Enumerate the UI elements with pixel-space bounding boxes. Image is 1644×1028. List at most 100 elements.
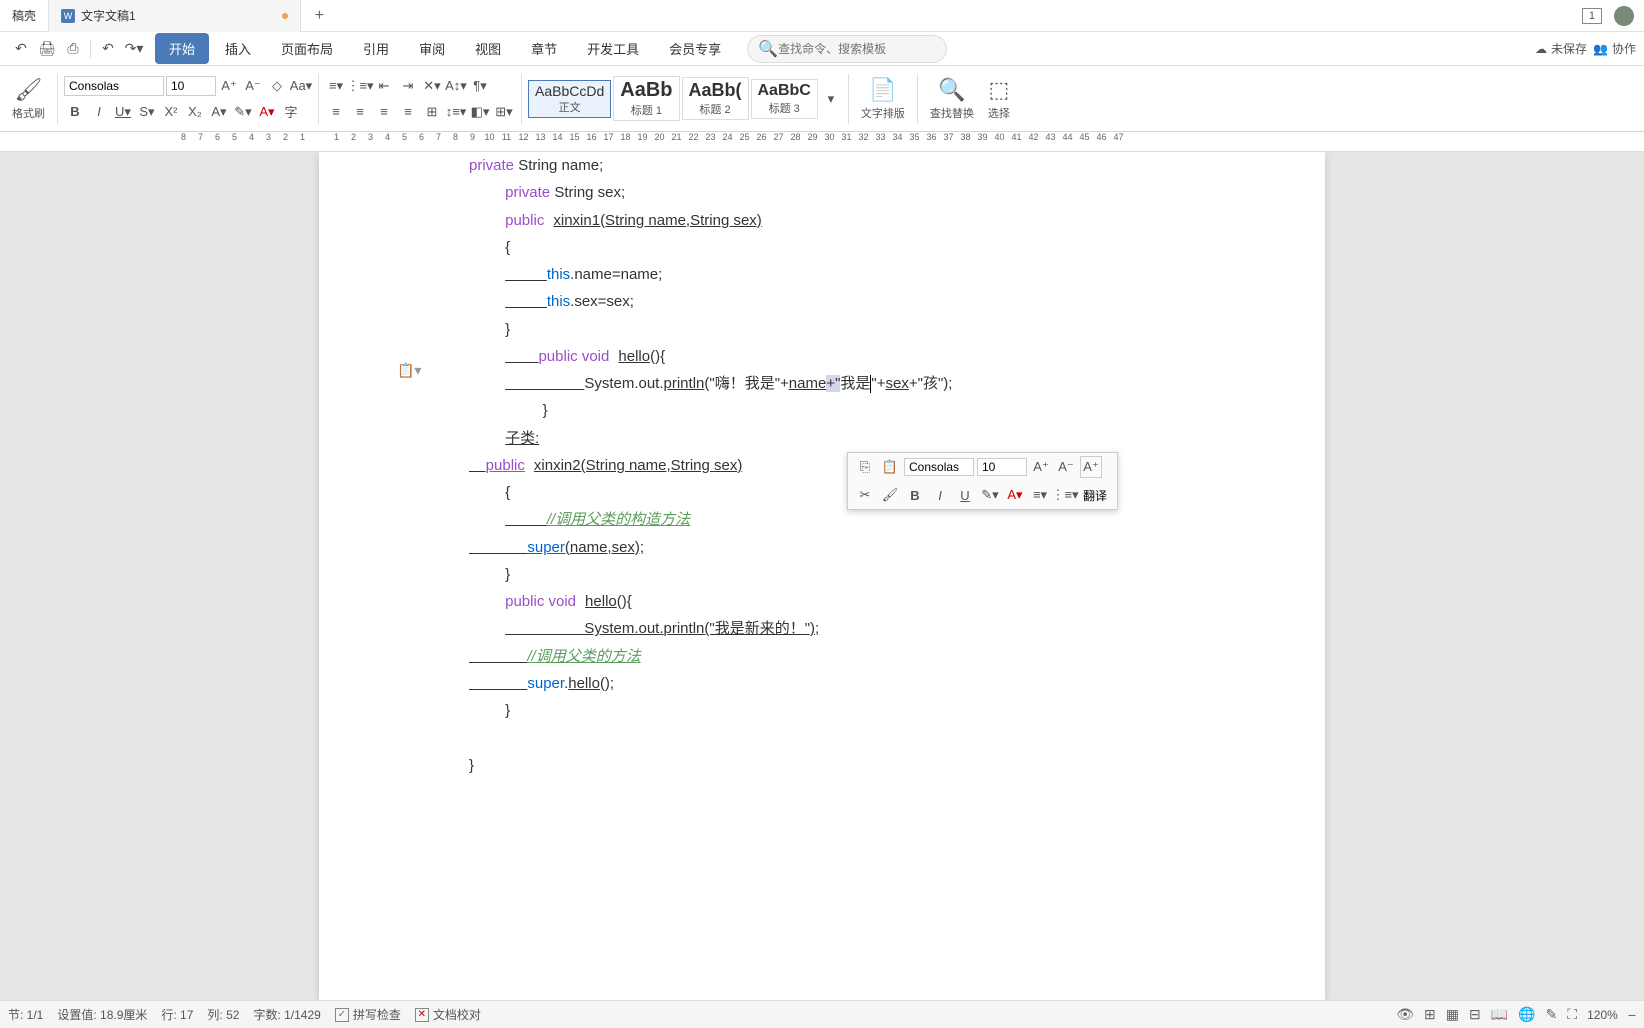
search-box[interactable]: 🔍: [747, 35, 947, 63]
paste-options-icon[interactable]: 📋▾: [397, 362, 421, 379]
mini-shrink-font-icon[interactable]: A⁻: [1055, 456, 1077, 478]
phonetic-button[interactable]: 字: [280, 101, 302, 123]
page-layout-icon[interactable]: ▦: [1446, 1006, 1459, 1023]
mini-highlight-button[interactable]: ✎▾: [979, 484, 1001, 506]
fit-icon[interactable]: ⛶: [1567, 1006, 1577, 1023]
mini-underline-button[interactable]: U: [954, 484, 976, 506]
sort-button[interactable]: ✕▾: [421, 75, 443, 97]
underline-button[interactable]: U▾: [112, 101, 134, 123]
reading-icon[interactable]: 📖: [1491, 1006, 1508, 1023]
text-direction-button[interactable]: A↕▾: [445, 75, 467, 97]
print-icon[interactable]: 🖨: [36, 38, 58, 60]
status-col[interactable]: 列: 52: [207, 1006, 239, 1023]
increase-indent-button[interactable]: ⇥: [397, 75, 419, 97]
mini-italic-button[interactable]: I: [929, 484, 951, 506]
superscript-button[interactable]: X²: [160, 101, 182, 123]
distribute-button[interactable]: ⊞: [421, 101, 443, 123]
align-center-button[interactable]: ≡: [349, 101, 371, 123]
tab-document[interactable]: W 文字文稿1: [49, 0, 301, 32]
style-heading2[interactable]: AaBb( 标题 2: [682, 77, 749, 120]
shading-button[interactable]: ◧▾: [469, 101, 491, 123]
italic-button[interactable]: I: [88, 101, 110, 123]
redo-icon[interactable]: ↷▾: [123, 38, 145, 60]
search-input[interactable]: [778, 42, 936, 56]
tab-review[interactable]: 审阅: [405, 33, 459, 64]
mini-bullets-button[interactable]: ⋮≡▾: [1054, 484, 1076, 506]
status-row[interactable]: 行: 17: [161, 1006, 193, 1023]
page[interactable]: 📋▾ private String name; private String s…: [319, 152, 1325, 1000]
numbering-button[interactable]: ⋮≡▾: [349, 75, 371, 97]
align-right-button[interactable]: ≡: [373, 101, 395, 123]
ruler[interactable]: 8765432112345678910111213141516171819202…: [0, 132, 1644, 152]
style-heading1[interactable]: AaBb 标题 1: [613, 76, 679, 121]
web-icon[interactable]: 🌐: [1518, 1006, 1535, 1023]
tab-start[interactable]: 开始: [155, 33, 209, 64]
align-left-button[interactable]: ≡: [325, 101, 347, 123]
copy-icon[interactable]: ⎘: [854, 456, 876, 478]
unsaved-indicator[interactable]: ☁ 未保存: [1535, 40, 1587, 57]
borders-button[interactable]: ⊞▾: [493, 101, 515, 123]
tab-section[interactable]: 章节: [517, 33, 571, 64]
paste-icon[interactable]: 📋: [879, 456, 901, 478]
format-painter-button[interactable]: 🖌 格式刷: [6, 75, 51, 123]
window-number[interactable]: 1: [1582, 8, 1602, 24]
mini-format-icon[interactable]: A⁺: [1080, 456, 1102, 478]
text-layout-button[interactable]: 📄 文字排版: [855, 75, 911, 123]
mini-font-color-button[interactable]: A▾: [1004, 484, 1026, 506]
find-replace-button[interactable]: 🔍 查找替换: [924, 75, 980, 123]
tab-member[interactable]: 会员专享: [655, 33, 735, 64]
grid-icon[interactable]: ⊞: [1424, 1006, 1436, 1023]
tab-reference[interactable]: 引用: [349, 33, 403, 64]
tab-layout[interactable]: 页面布局: [267, 33, 347, 64]
strike-button[interactable]: S▾: [136, 101, 158, 123]
tab-view[interactable]: 视图: [461, 33, 515, 64]
status-section[interactable]: 节: 1/1: [8, 1006, 43, 1023]
font-effects-button[interactable]: A▾: [208, 101, 230, 123]
mini-translate-button[interactable]: 翻译: [1079, 485, 1111, 506]
font-name-select[interactable]: [64, 76, 164, 96]
line-spacing-button[interactable]: ↕≡▾: [445, 101, 467, 123]
mini-bold-button[interactable]: B: [904, 484, 926, 506]
zoom-out-button[interactable]: −: [1628, 1007, 1636, 1023]
undo-icon[interactable]: ↶: [10, 38, 32, 60]
user-avatar[interactable]: [1614, 6, 1634, 26]
font-color-button[interactable]: A▾: [256, 101, 278, 123]
shrink-font-icon[interactable]: A⁻: [242, 75, 264, 97]
font-size-select[interactable]: [166, 76, 216, 96]
select-button[interactable]: ⬚ 选择: [982, 75, 1016, 123]
bold-button[interactable]: B: [64, 101, 86, 123]
mini-grow-font-icon[interactable]: A⁺: [1030, 456, 1052, 478]
show-marks-button[interactable]: ¶▾: [469, 75, 491, 97]
highlight-button[interactable]: ✎▾: [232, 101, 254, 123]
clear-format-icon[interactable]: ◇: [266, 75, 288, 97]
align-justify-button[interactable]: ≡: [397, 101, 419, 123]
grow-font-icon[interactable]: A⁺: [218, 75, 240, 97]
tab-insert[interactable]: 插入: [211, 33, 265, 64]
bullets-button[interactable]: ≡▾: [325, 75, 347, 97]
style-normal[interactable]: AaBbCcDd 正文: [528, 80, 611, 118]
new-tab-button[interactable]: +: [301, 7, 338, 25]
styles-more-button[interactable]: ▾: [820, 88, 842, 110]
decrease-indent-button[interactable]: ⇤: [373, 75, 395, 97]
eye-icon[interactable]: 👁: [1396, 1006, 1414, 1023]
outline-icon[interactable]: ⊟: [1469, 1006, 1481, 1023]
tab-devtools[interactable]: 开发工具: [573, 33, 653, 64]
status-setvalue[interactable]: 设置值: 18.9厘米: [57, 1006, 147, 1023]
zoom-level[interactable]: 120%: [1587, 1008, 1618, 1022]
brush-icon[interactable]: 🖌: [879, 484, 901, 506]
status-wordcount[interactable]: 字数: 1/1429: [253, 1006, 320, 1023]
pen-icon[interactable]: ✎: [1546, 1006, 1558, 1023]
mini-font-size[interactable]: [977, 458, 1027, 476]
change-case-icon[interactable]: Aa▾: [290, 75, 312, 97]
subscript-button[interactable]: X₂: [184, 101, 206, 123]
print-preview-icon[interactable]: ⎙: [62, 38, 84, 60]
mini-font-name[interactable]: [904, 458, 974, 476]
collab-button[interactable]: 👥 协作: [1593, 40, 1636, 57]
spellcheck-toggle[interactable]: ✓ 拼写检查: [335, 1006, 401, 1023]
cut-icon[interactable]: ✂: [854, 484, 876, 506]
mini-align-button[interactable]: ≡▾: [1029, 484, 1051, 506]
tab-template[interactable]: 稿壳: [0, 0, 49, 32]
doccheck-toggle[interactable]: ✕ 文档校对: [415, 1006, 481, 1023]
style-heading3[interactable]: AaBbC 标题 3: [751, 79, 818, 119]
undo2-icon[interactable]: ↶: [97, 38, 119, 60]
